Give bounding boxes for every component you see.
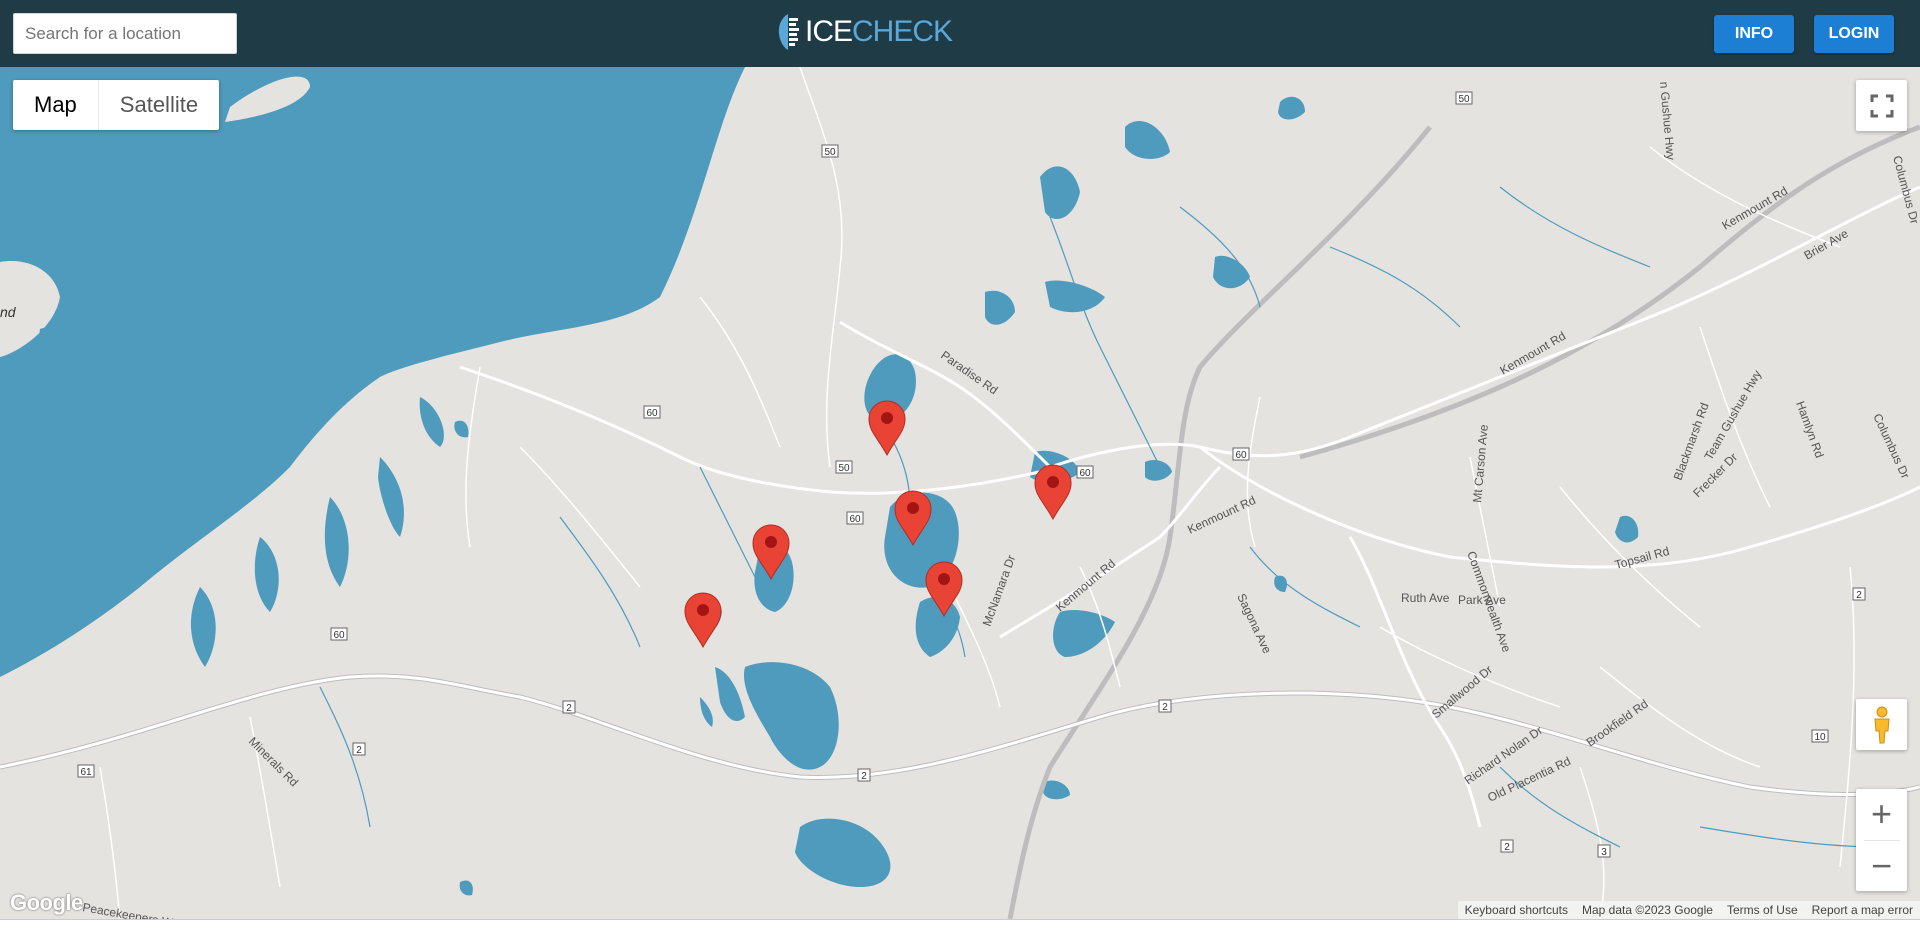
map-type-map-button[interactable]: Map: [13, 80, 99, 130]
svg-text:Kenmount Rd: Kenmount Rd: [1720, 184, 1791, 233]
page-bottom-strip: [0, 919, 1920, 934]
svg-text:Sagona Ave: Sagona Ave: [1234, 591, 1274, 656]
map-canvas[interactable]: 50 50 50 60 60 60 60 2 2 2 2 2 61 10 3 2…: [0, 67, 1920, 919]
svg-text:2: 2: [1856, 590, 1862, 601]
map-marker[interactable]: [684, 592, 722, 649]
svg-text:60: 60: [1079, 468, 1091, 479]
svg-text:Brookfield Rd: Brookfield Rd: [1584, 697, 1651, 750]
svg-text:50: 50: [1458, 94, 1470, 105]
pegman-icon: [1873, 706, 1890, 743]
svg-text:60: 60: [849, 514, 861, 525]
zoom-in-button[interactable]: +: [1856, 789, 1907, 840]
svg-text:60: 60: [1235, 450, 1247, 461]
lake-markers[interactable]: [684, 400, 1072, 649]
logo-text-ice: ICE: [805, 15, 853, 48]
login-button[interactable]: LOGIN: [1814, 15, 1894, 53]
fullscreen-button[interactable]: [1856, 80, 1907, 131]
icecheck-logo[interactable]: ICECHECK: [775, 10, 953, 54]
google-logo: Google: [10, 890, 83, 915]
svg-text:2: 2: [356, 745, 362, 756]
svg-text:2: 2: [566, 703, 572, 714]
terms-of-use-link[interactable]: Terms of Use: [1720, 901, 1805, 919]
svg-text:Kenmount Rd: Kenmount Rd: [1185, 493, 1257, 537]
logo-text-check: CHECK: [852, 15, 953, 48]
zoom-control: + −: [1856, 789, 1907, 891]
svg-text:50: 50: [824, 147, 836, 158]
fullscreen-icon: [1870, 94, 1893, 117]
svg-text:Peacekeepers Way: Peacekeepers Way: [81, 900, 185, 919]
app-header: ICECHECK INFO LOGIN: [0, 0, 1920, 67]
svg-text:Hamlyn Rd: Hamlyn Rd: [1793, 399, 1826, 460]
svg-text:Kenmount Rd: Kenmount Rd: [1053, 556, 1118, 614]
svg-text:Mt Carson Ave: Mt Carson Ave: [1470, 424, 1491, 504]
keyboard-shortcuts-link[interactable]: Keyboard shortcuts: [1458, 901, 1575, 919]
svg-text:2: 2: [861, 771, 867, 782]
svg-text:Blackmarsh Rd: Blackmarsh Rd: [1671, 401, 1712, 482]
map-type-satellite-button[interactable]: Satellite: [99, 80, 219, 130]
svg-text:nd: nd: [0, 304, 17, 320]
logo-text: ICECHECK: [805, 15, 953, 49]
svg-text:61: 61: [80, 767, 92, 778]
svg-text:2: 2: [1162, 702, 1168, 713]
map-data-attribution: Map data ©2023 Google: [1582, 903, 1713, 917]
svg-text:Ruth Ave: Ruth Ave: [1401, 591, 1450, 605]
info-button[interactable]: INFO: [1714, 15, 1794, 53]
svg-text:Team Gushue Hwy: Team Gushue Hwy: [1701, 368, 1764, 463]
location-search-input[interactable]: [13, 13, 237, 54]
map-type-control: Map Satellite: [13, 80, 220, 130]
svg-text:Paradise Rd: Paradise Rd: [938, 348, 1000, 397]
street-view-pegman-button[interactable]: [1856, 699, 1907, 750]
map-marker[interactable]: [868, 400, 906, 457]
svg-text:n Gushue Hwy: n Gushue Hwy: [1657, 81, 1678, 161]
map-footer: Keyboard shortcuts Map data ©2023 Google…: [1457, 901, 1920, 919]
svg-text:60: 60: [333, 630, 345, 641]
zoom-out-button[interactable]: −: [1856, 840, 1907, 891]
svg-text:3: 3: [1601, 847, 1607, 858]
map-marker[interactable]: [1034, 464, 1072, 521]
svg-text:Topsail Rd: Topsail Rd: [1613, 544, 1671, 572]
svg-text:2: 2: [1504, 842, 1510, 853]
ocean-water: [0, 67, 745, 677]
ice-logo-icon: [778, 14, 799, 50]
svg-text:Minerals Rd: Minerals Rd: [246, 734, 301, 789]
svg-text:60: 60: [646, 408, 658, 419]
svg-text:Columbus Dr: Columbus Dr: [1870, 411, 1912, 480]
svg-text:McNamara Dr: McNamara Dr: [980, 553, 1019, 628]
svg-text:50: 50: [838, 463, 850, 474]
svg-text:Park Ave: Park Ave: [1458, 593, 1506, 607]
map-tiles: 50 50 50 60 60 60 60 2 2 2 2 2 61 10 3 2…: [0, 67, 1920, 919]
svg-text:10: 10: [1814, 732, 1826, 743]
report-map-error-link[interactable]: Report a map error: [1805, 901, 1920, 919]
